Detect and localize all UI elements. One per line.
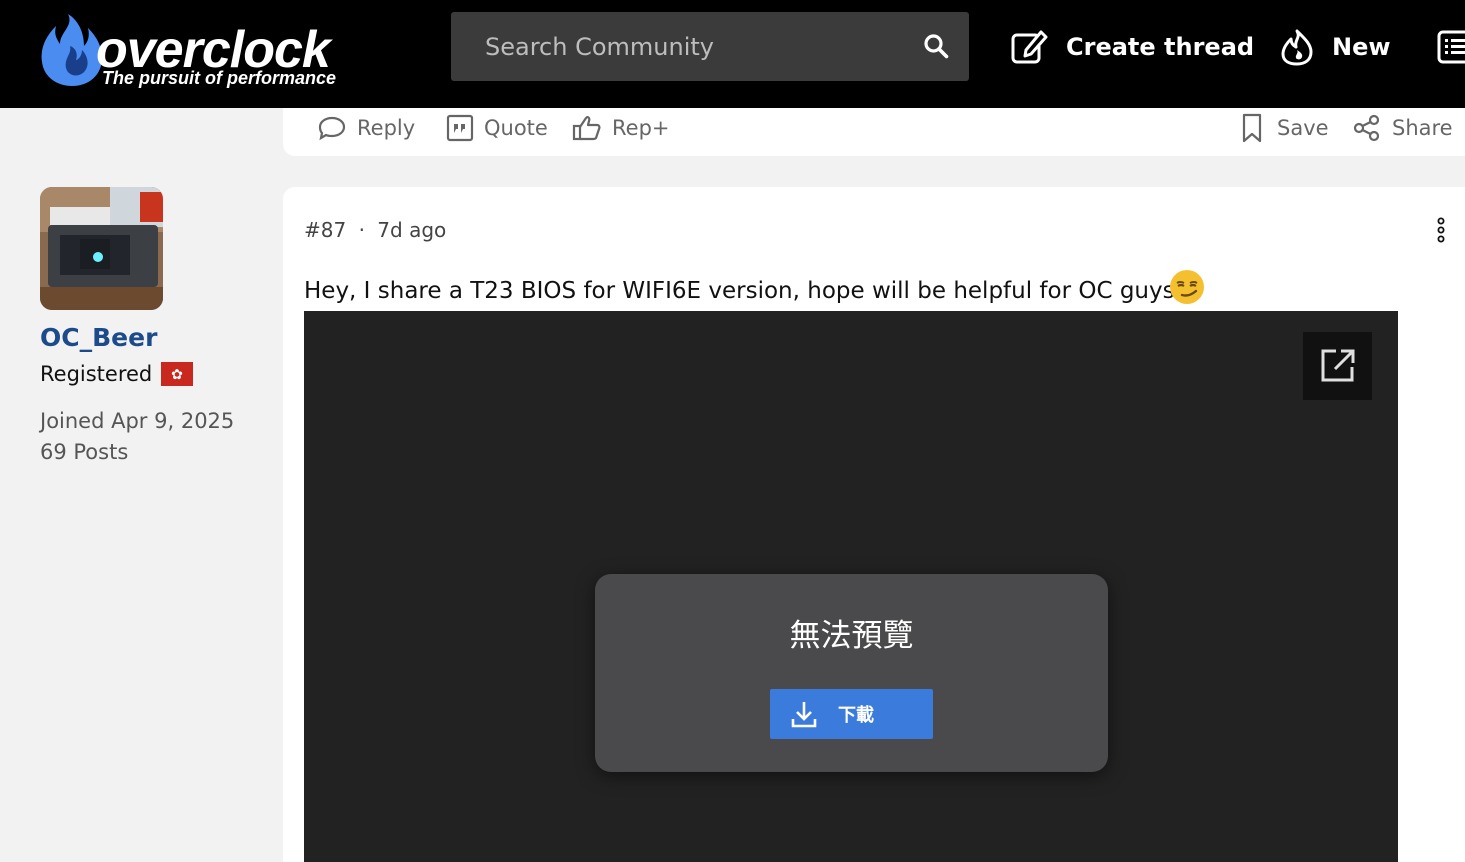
share-icon <box>1353 114 1380 142</box>
open-external-button[interactable] <box>1303 332 1372 400</box>
create-thread-label: Create thread <box>1066 33 1255 61</box>
preview-unavailable-dialog: 無法預覽 下載 <box>595 574 1108 772</box>
site-logo[interactable]: overclock The pursuit of performance <box>38 10 338 92</box>
rep-plus-button[interactable]: Rep+ <box>572 114 670 142</box>
author-post-count: 69 Posts <box>40 440 129 464</box>
save-button[interactable]: Save <box>1239 113 1329 143</box>
previous-post-actions: Reply Quote Rep+ Save Share <box>283 108 1465 156</box>
thumbs-up-icon <box>572 116 601 141</box>
author-role: Registered <box>40 362 153 386</box>
download-icon <box>791 702 817 728</box>
smirking-face-emoji <box>1170 270 1204 304</box>
hong-kong-flag-icon: ✿ <box>161 362 193 386</box>
logo-tagline: The pursuit of performance <box>102 68 337 88</box>
author-joined-date: Joined Apr 9, 2025 <box>40 409 235 433</box>
open-external-icon <box>1321 349 1355 382</box>
quote-button[interactable]: Quote <box>446 114 548 142</box>
meta-separator: · <box>358 218 365 242</box>
search-placeholder: Search Community <box>485 33 714 61</box>
preview-unavailable-message: 無法預覽 <box>789 618 914 654</box>
download-button[interactable]: 下載 <box>770 689 933 739</box>
post-meta: #87 · 7d ago <box>304 218 446 242</box>
file-preview-embed: 無法預覽 下載 <box>304 311 1398 862</box>
search-input[interactable]: Search Community <box>451 12 969 81</box>
reply-label: Reply <box>357 116 416 140</box>
new-label: New <box>1332 33 1391 61</box>
list-menu-button[interactable] <box>1436 27 1465 67</box>
top-nav-bar: overclock The pursuit of performance Sea… <box>0 0 1465 108</box>
reply-button[interactable]: Reply <box>317 114 415 142</box>
save-label: Save <box>1277 116 1329 140</box>
post-card: #87 · 7d ago Hey, I share a T23 BIOS for… <box>283 187 1465 862</box>
create-thread-button[interactable]: Create thread <box>1010 27 1254 67</box>
post-time: 7d ago <box>377 218 447 242</box>
speech-bubble-icon <box>318 116 346 141</box>
list-icon <box>1437 30 1465 64</box>
quote-icon <box>446 114 474 142</box>
quote-label: Quote <box>484 116 548 140</box>
post-number[interactable]: #87 <box>304 218 346 242</box>
download-label: 下載 <box>838 705 874 726</box>
bookmark-icon <box>1242 113 1262 143</box>
share-button[interactable]: Share <box>1352 114 1453 142</box>
avatar[interactable] <box>40 187 163 310</box>
author-username[interactable]: OC_Beer <box>40 323 157 352</box>
edit-icon <box>1011 30 1048 64</box>
search-icon[interactable] <box>923 33 949 59</box>
flame-icon <box>1281 29 1313 66</box>
rep-plus-label: Rep+ <box>612 116 670 140</box>
share-label: Share <box>1392 116 1453 140</box>
post-body-text: Hey, I share a T23 BIOS for WIFI6E versi… <box>304 278 1175 304</box>
more-options-icon[interactable] <box>1437 217 1445 243</box>
new-button[interactable]: New <box>1280 27 1391 67</box>
